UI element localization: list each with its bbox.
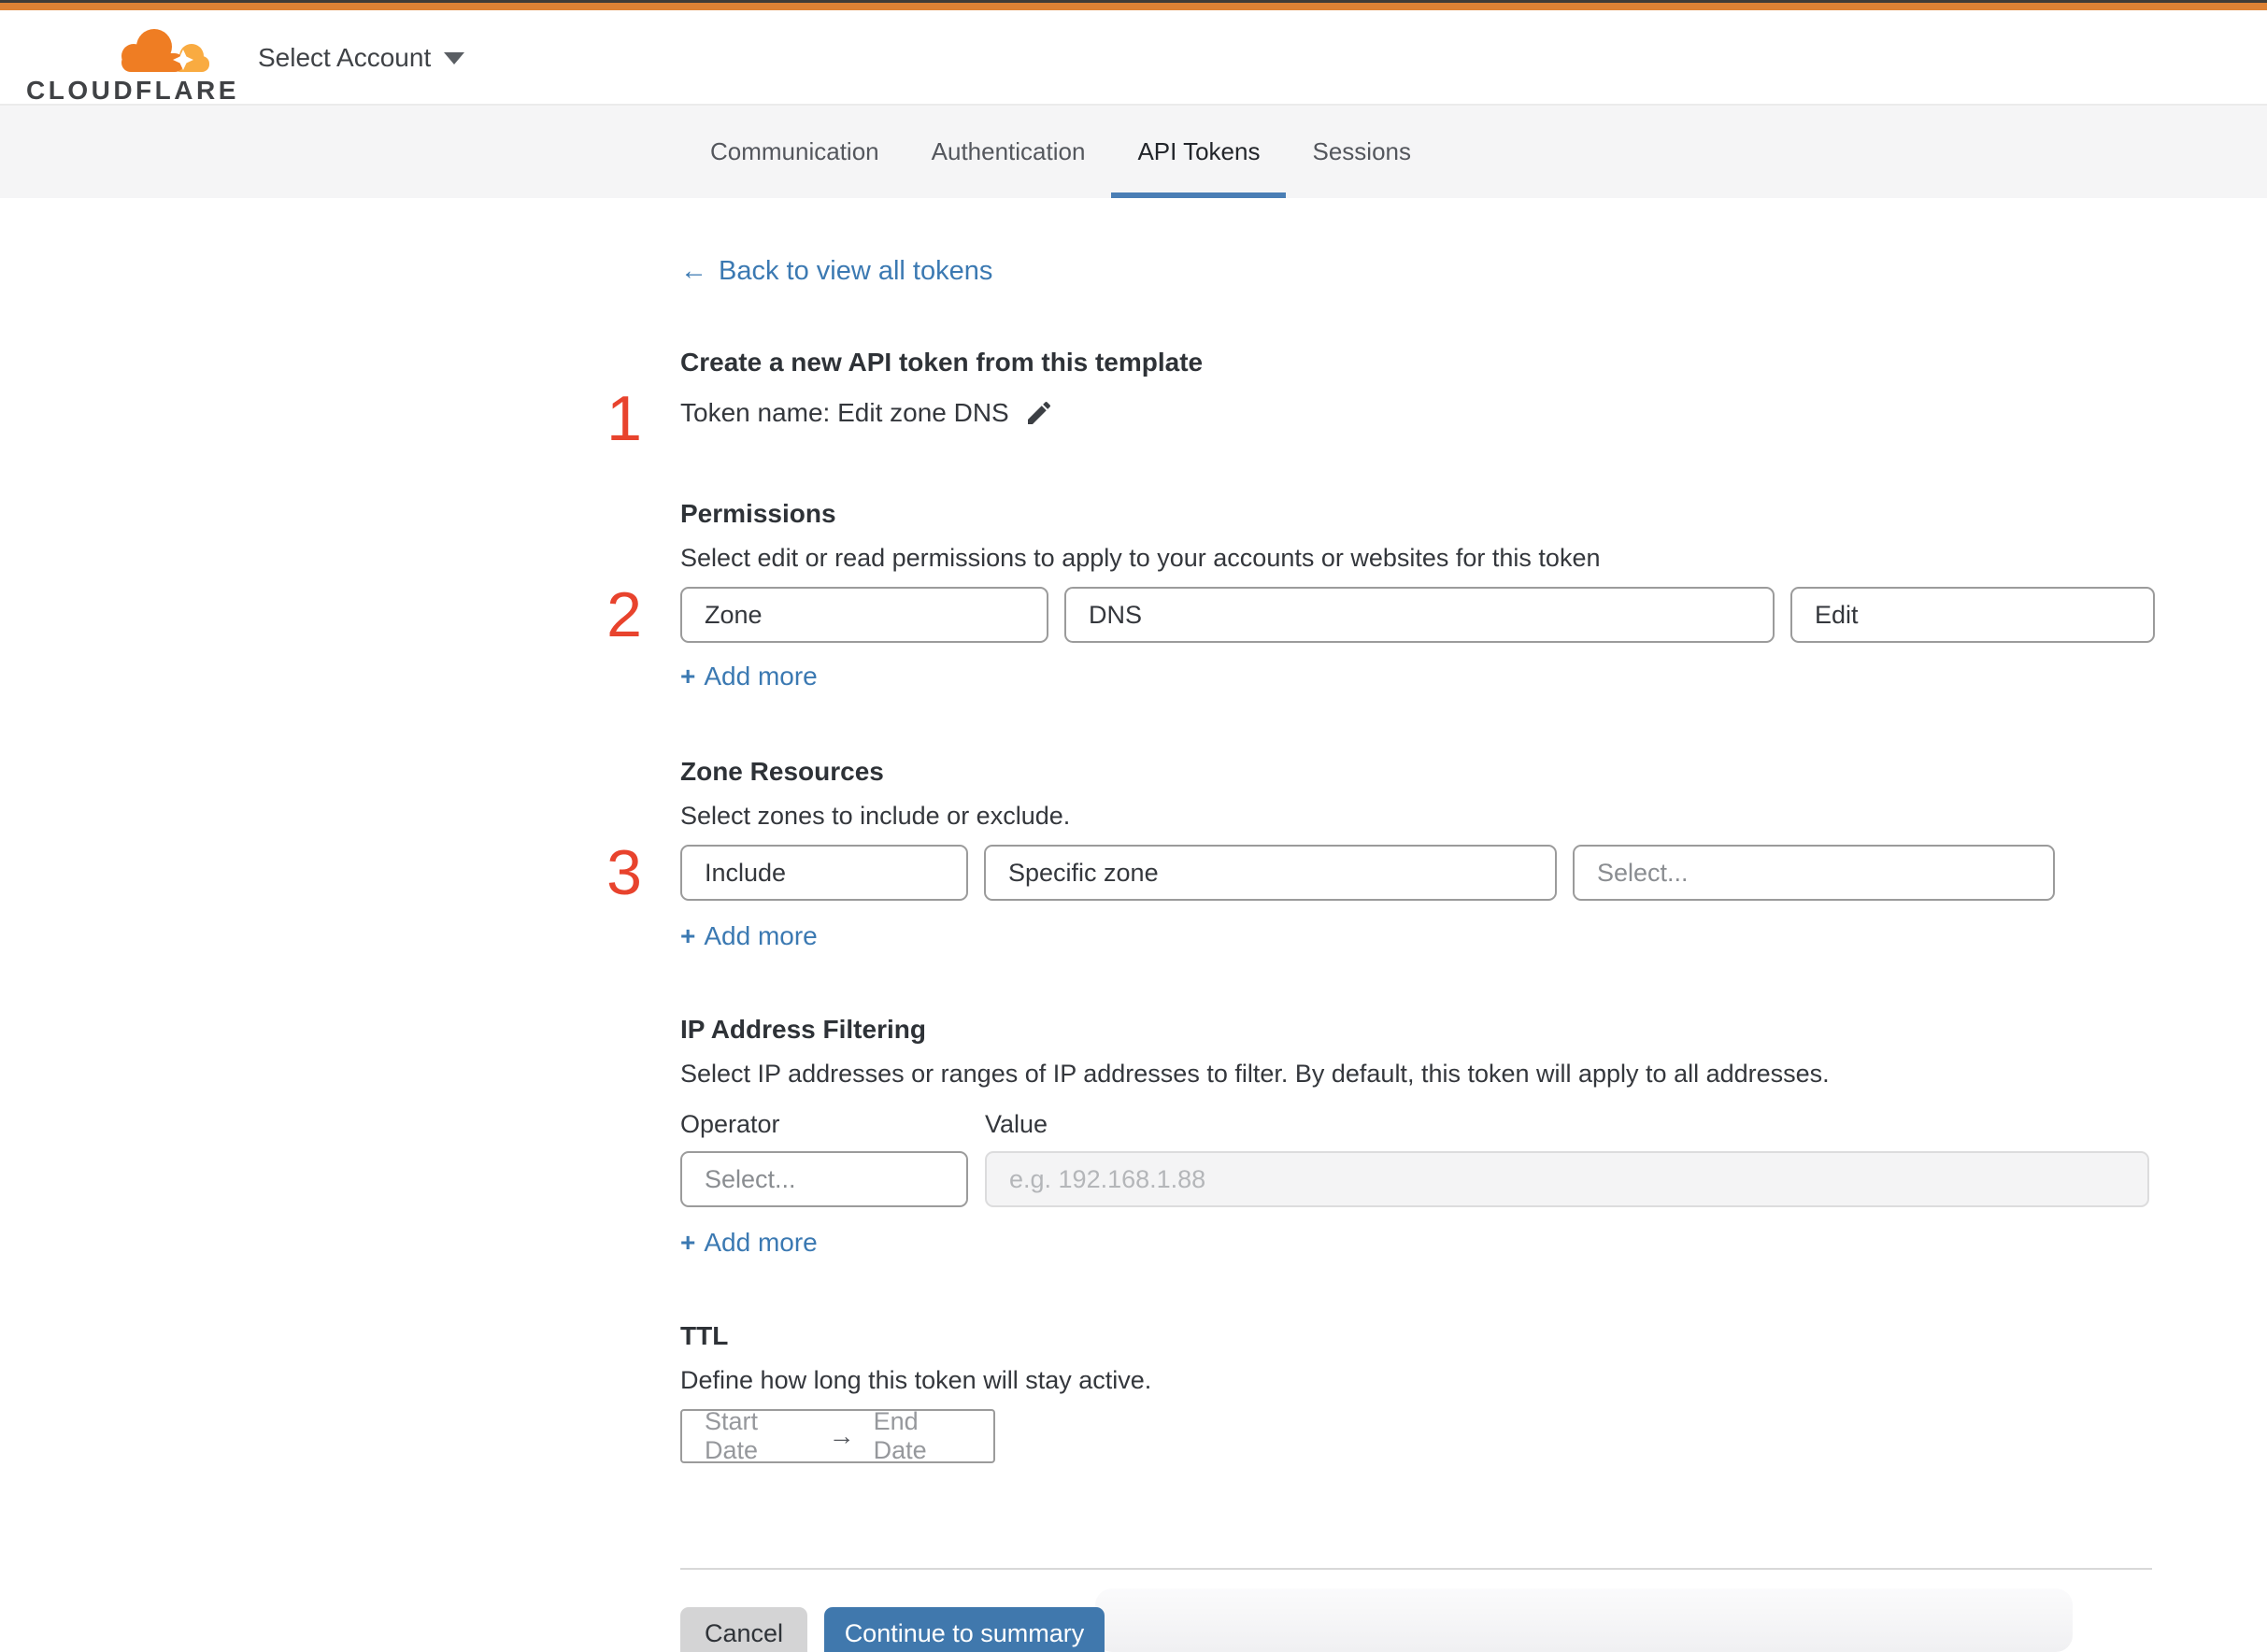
permissions-description: Select edit or read permissions to apply… <box>680 544 1601 572</box>
value-label: Value <box>985 1110 1048 1138</box>
zone-scope-select[interactable]: Specific zone <box>984 845 1557 901</box>
ttl-date-range-picker[interactable]: Start Date → End Date <box>680 1407 995 1464</box>
step-number-3: 3 <box>606 837 642 908</box>
tab-list: Communication Authentication API Tokens … <box>684 106 1437 198</box>
tab-label: Communication <box>710 137 879 165</box>
tab-label: Authentication <box>931 137 1086 165</box>
ip-filtering-description: Select IP addresses or ranges of IP addr… <box>680 1060 1830 1088</box>
tab-label: Sessions <box>1312 137 1411 165</box>
plus-icon: + <box>680 921 696 950</box>
cloudflare-api-token-page: CLOUDFLARE Select Account Communication … <box>0 0 2267 1652</box>
footer-divider <box>680 1568 2152 1570</box>
permission-level-value: Edit <box>1815 600 1859 629</box>
edit-pencil-icon[interactable] <box>1024 398 1054 428</box>
account-selector-label: Select Account <box>258 43 432 72</box>
tab-sessions[interactable]: Sessions <box>1286 106 1437 198</box>
step-number-1: 1 <box>606 383 642 454</box>
zone-picker-select[interactable]: Select... <box>1573 845 2055 901</box>
cancel-button[interactable]: Cancel <box>680 1607 807 1652</box>
permission-item-value: DNS <box>1089 600 1143 629</box>
zone-resources-add-more-link[interactable]: + Add more <box>680 921 818 951</box>
chevron-down-icon <box>444 51 465 64</box>
tab-authentication[interactable]: Authentication <box>905 106 1112 198</box>
plus-icon: + <box>680 1228 696 1257</box>
add-more-label: Add more <box>704 1228 818 1257</box>
permission-type-value: Zone <box>705 600 763 629</box>
permissions-add-more-link[interactable]: + Add more <box>680 662 818 691</box>
zone-resources-description: Select zones to include or exclude. <box>680 802 1071 830</box>
permissions-heading: Permissions <box>680 499 836 528</box>
step-number-2: 2 <box>606 579 642 650</box>
token-name-line: Token name: Edit zone DNS <box>680 398 1054 428</box>
operator-label: Operator <box>680 1110 780 1138</box>
back-to-tokens-link[interactable]: ← Back to view all tokens <box>680 256 992 287</box>
ttl-heading: TTL <box>680 1321 729 1350</box>
active-tab-underline <box>1111 192 1287 198</box>
zone-scope-value: Specific zone <box>1008 858 1159 887</box>
permission-item-select[interactable]: DNS <box>1064 587 1775 643</box>
zone-mode-select[interactable]: Include <box>680 845 968 901</box>
ip-operator-select[interactable]: Select... <box>680 1151 968 1207</box>
add-more-label: Add more <box>704 921 818 950</box>
ip-operator-placeholder: Select... <box>705 1164 796 1193</box>
permission-level-select[interactable]: Edit <box>1790 587 2155 643</box>
tab-label: API Tokens <box>1137 137 1261 165</box>
create-token-heading: Create a new API token from this templat… <box>680 348 1204 377</box>
zone-picker-placeholder: Select... <box>1597 858 1689 887</box>
zone-mode-value: Include <box>705 858 787 887</box>
permissions-row: Zone DNS Edit <box>680 587 2155 643</box>
footer-background-shade <box>1095 1588 2073 1652</box>
tab-api-tokens[interactable]: API Tokens <box>1111 106 1287 198</box>
tab-communication[interactable]: Communication <box>684 106 905 198</box>
ip-value-input[interactable] <box>985 1151 2149 1207</box>
token-name-text: Token name: Edit zone DNS <box>680 398 1009 427</box>
ttl-description: Define how long this token will stay act… <box>680 1366 1152 1394</box>
cloudflare-cloud-icon <box>121 29 209 72</box>
ip-filtering-heading: IP Address Filtering <box>680 1015 926 1044</box>
ip-filtering-row: Select... <box>680 1151 968 1207</box>
start-date-placeholder: Start Date <box>705 1407 759 1464</box>
profile-tab-bar: Communication Authentication API Tokens … <box>0 106 2267 198</box>
continue-to-summary-button[interactable]: Continue to summary <box>824 1607 1105 1652</box>
app-header: CLOUDFLARE Select Account <box>0 10 2267 106</box>
back-link-label: Back to view all tokens <box>719 256 993 286</box>
arrow-right-icon: → <box>828 1421 855 1450</box>
add-more-label: Add more <box>704 662 818 691</box>
cloudflare-wordmark: CLOUDFLARE <box>26 76 239 105</box>
account-selector[interactable]: Select Account <box>258 10 465 106</box>
orange-accent-bar <box>0 3 2267 10</box>
zone-resources-row: Include Specific zone Select... <box>680 845 2055 901</box>
ip-filtering-add-more-link[interactable]: + Add more <box>680 1228 818 1258</box>
back-arrow-icon: ← <box>680 256 707 286</box>
permission-type-select[interactable]: Zone <box>680 587 1048 643</box>
cloudflare-logo[interactable]: CLOUDFLARE <box>26 18 235 105</box>
zone-resources-heading: Zone Resources <box>680 757 884 786</box>
end-date-placeholder: End Date <box>873 1407 927 1464</box>
plus-icon: + <box>680 662 696 691</box>
